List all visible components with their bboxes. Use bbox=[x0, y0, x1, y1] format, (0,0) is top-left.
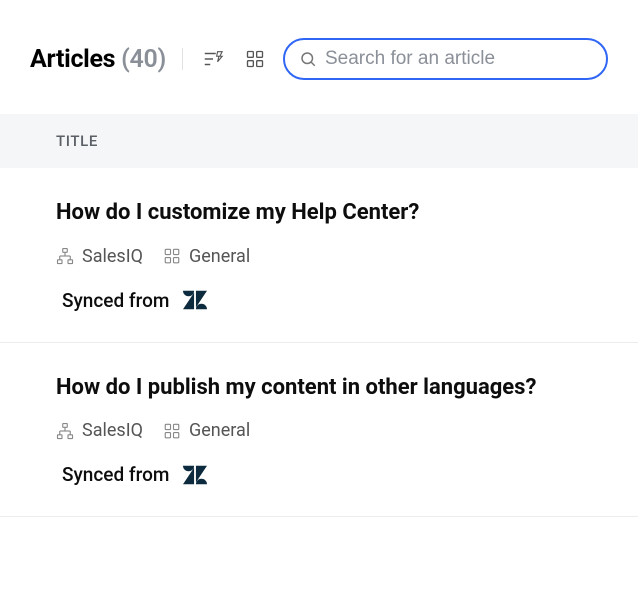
article-meta: SalesIQ General bbox=[56, 246, 608, 267]
category-label: General bbox=[189, 420, 250, 441]
article-row[interactable]: How do I customize my Help Center? Sales… bbox=[0, 168, 638, 343]
divider bbox=[182, 48, 183, 70]
category-tag: General bbox=[163, 420, 250, 441]
department-tag: SalesIQ bbox=[56, 246, 143, 267]
article-meta: SalesIQ General bbox=[56, 420, 608, 441]
synced-from: Synced from bbox=[56, 289, 608, 312]
article-count: (40) bbox=[121, 45, 166, 74]
article-title: How do I publish my content in other lan… bbox=[56, 373, 608, 403]
sitemap-icon bbox=[56, 247, 74, 265]
sitemap-icon bbox=[56, 422, 74, 440]
search-field[interactable] bbox=[283, 38, 608, 80]
category-icon bbox=[163, 422, 181, 440]
zendesk-icon bbox=[183, 465, 207, 485]
category-icon bbox=[163, 247, 181, 265]
search-input[interactable] bbox=[325, 48, 590, 70]
department-label: SalesIQ bbox=[82, 420, 143, 441]
article-title: How do I customize my Help Center? bbox=[56, 198, 608, 228]
page-title: Articles (40) bbox=[30, 45, 166, 74]
column-header-title: TITLE bbox=[0, 114, 638, 168]
department-label: SalesIQ bbox=[82, 246, 143, 267]
department-tag: SalesIQ bbox=[56, 420, 143, 441]
page-header: Articles (40) bbox=[0, 0, 638, 102]
synced-label: Synced from bbox=[62, 289, 169, 312]
filter-icon bbox=[202, 48, 224, 70]
synced-label: Synced from bbox=[62, 463, 169, 486]
category-label: General bbox=[189, 246, 250, 267]
title-text: Articles bbox=[30, 45, 115, 74]
zendesk-icon bbox=[183, 290, 207, 310]
category-tag: General bbox=[163, 246, 250, 267]
grid-view-button[interactable] bbox=[241, 45, 269, 73]
article-row[interactable]: How do I publish my content in other lan… bbox=[0, 343, 638, 518]
filter-button[interactable] bbox=[199, 45, 227, 73]
search-icon bbox=[299, 50, 317, 68]
grid-icon bbox=[245, 49, 265, 69]
synced-from: Synced from bbox=[56, 463, 608, 486]
